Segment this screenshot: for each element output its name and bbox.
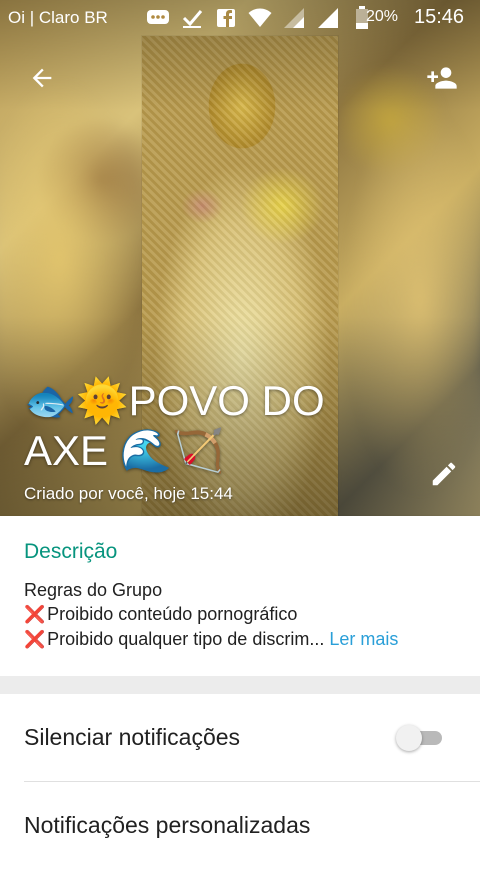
toggle-thumb	[396, 725, 422, 751]
carrier-name: Oi | Claro BR	[8, 8, 108, 27]
mute-notifications-label: Silenciar notificações	[24, 724, 241, 750]
notification-settings: Silenciar notificações Notificações pers…	[0, 694, 480, 854]
clock: 15:46	[414, 6, 465, 28]
group-name: 🐟🌞POVO DO AXE 🌊🏹	[24, 377, 325, 474]
edit-group-name-button[interactable]	[420, 450, 468, 498]
wifi-icon	[248, 6, 272, 30]
group-created-info: Criado por você, hoje 15:44	[24, 484, 233, 503]
cross-mark-icon: ❌	[24, 630, 46, 649]
checkmark-icon	[180, 6, 204, 30]
person-add-icon	[427, 67, 457, 89]
description-line-text: Proibido qualquer tipo de discrim...	[47, 629, 325, 649]
signal-icon	[316, 6, 340, 30]
battery-percentage: 20%	[366, 8, 399, 25]
description-label: Descrição	[24, 540, 118, 563]
status-bar: Oi | Claro BR 20% 15:46	[0, 0, 480, 36]
custom-notifications-row[interactable]: Notificações personalizadas	[0, 782, 480, 870]
description-line: ❌ Proibido conteúdo pornográfico	[24, 602, 460, 627]
description-line: Regras do Grupo	[24, 580, 163, 600]
mute-notifications-toggle[interactable]	[396, 724, 446, 752]
status-icons	[146, 6, 374, 30]
add-participant-button[interactable]	[418, 54, 466, 102]
back-button[interactable]	[18, 54, 66, 102]
arrow-back-icon	[32, 68, 52, 88]
section-divider	[0, 676, 480, 694]
description-card[interactable]: Descrição Regras do Grupo ❌ Proibido cont…	[0, 516, 480, 676]
description-line-text: Proibido conteúdo pornográfico	[47, 604, 298, 624]
description-line: ❌ Proibido qualquer tipo de discrim... Le…	[24, 627, 460, 652]
chat-bubble-icon	[146, 6, 170, 30]
custom-notifications-label: Notificações personalizadas	[24, 812, 311, 838]
cross-mark-icon: ❌	[24, 605, 46, 624]
description-text: Regras do Grupo ❌ Proibido conteúdo porno…	[24, 578, 460, 652]
read-more-link[interactable]: Ler mais	[329, 629, 398, 649]
signal-icon	[282, 6, 306, 30]
mute-notifications-row[interactable]: Silenciar notificações	[0, 694, 480, 782]
facebook-icon	[214, 6, 238, 30]
pencil-icon	[432, 462, 456, 486]
